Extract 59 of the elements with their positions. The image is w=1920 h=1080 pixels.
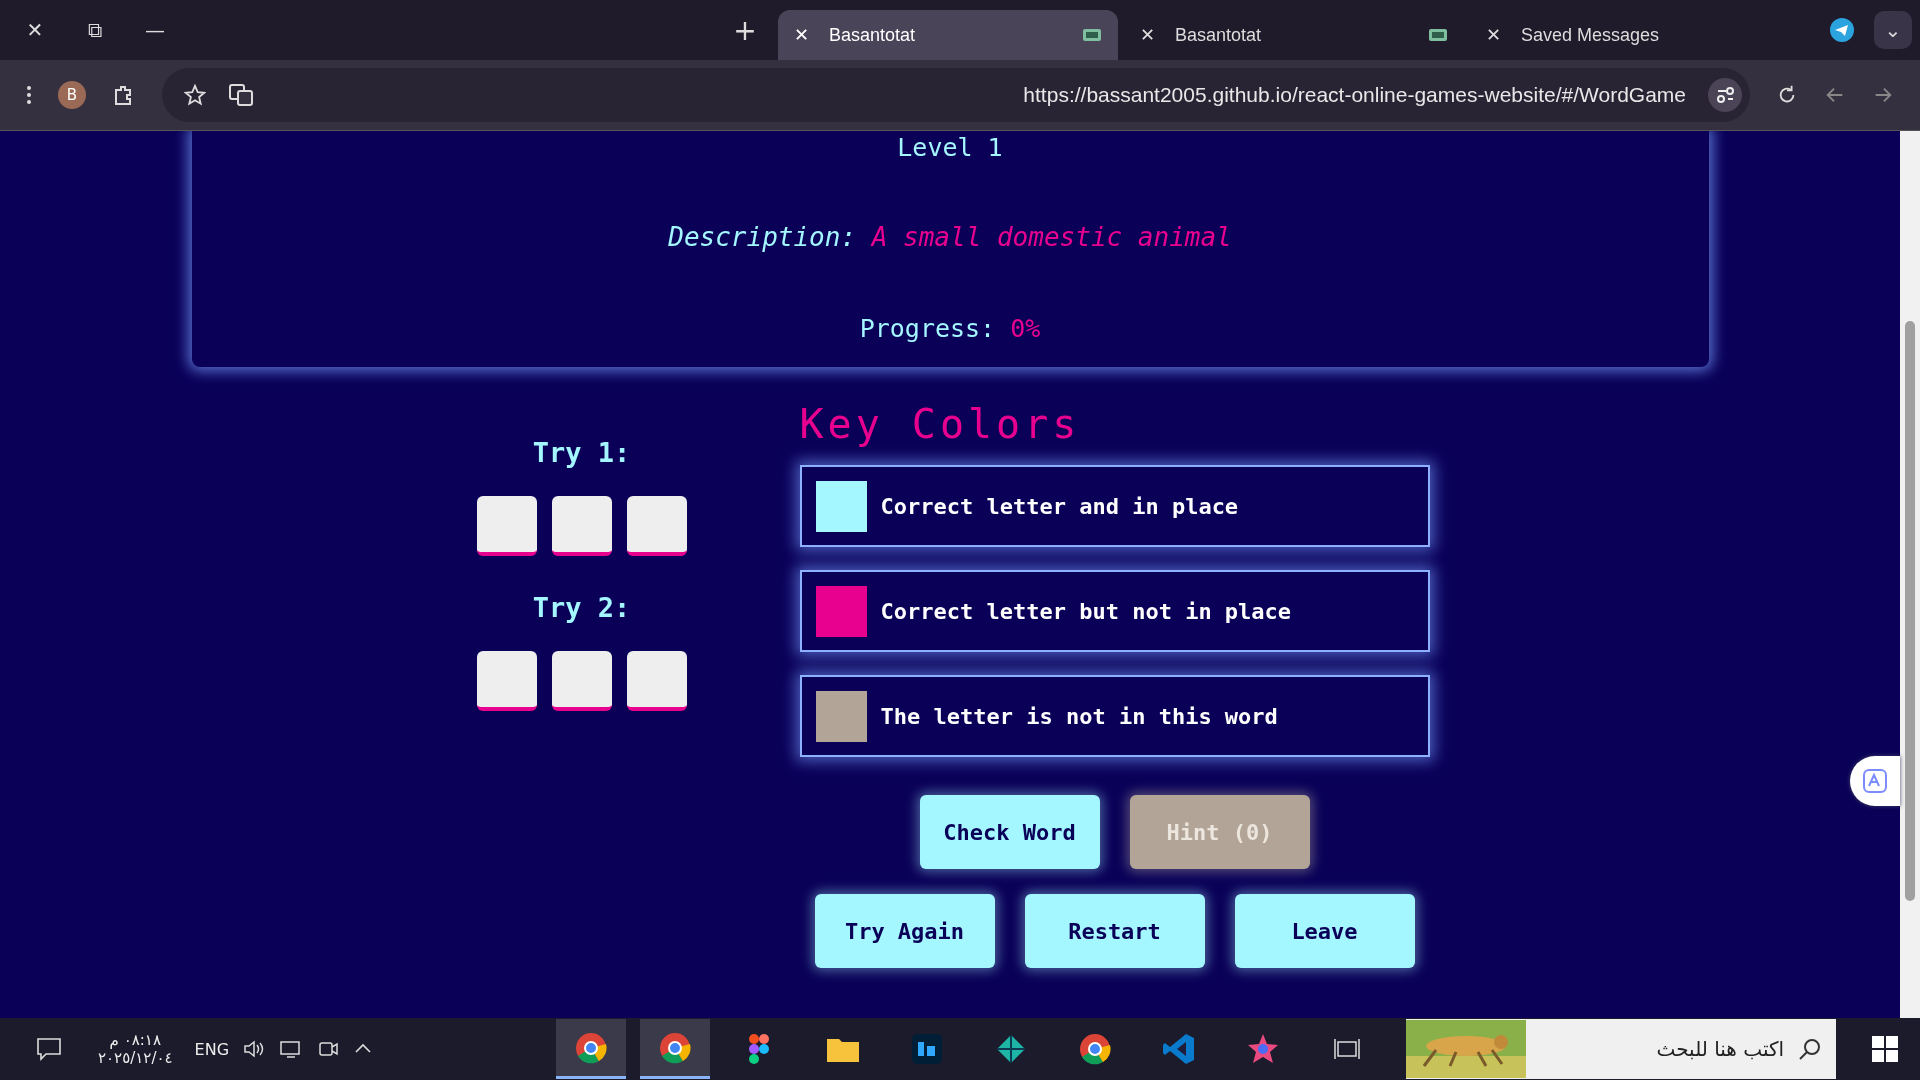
clock-time[interactable]: ٠٨:١٨ م <box>109 1031 161 1049</box>
browser-tab[interactable]: ✕ Basantotat <box>1124 10 1464 60</box>
try-label: Try 2: <box>532 592 631 623</box>
letter-tile[interactable] <box>551 651 612 711</box>
game-button[interactable]: Check Word <box>919 795 1100 869</box>
letter-tile[interactable] <box>476 651 537 711</box>
chrome-app-icon[interactable] <box>640 1019 710 1079</box>
letter-tile[interactable] <box>626 651 687 711</box>
description-label: Description: <box>668 222 857 252</box>
tab-title: Basantotat <box>1175 24 1263 46</box>
letter-tile[interactable] <box>476 496 537 556</box>
browser-tab[interactable]: ✕ Saved Messages <box>1470 10 1810 60</box>
level-title: Level 1 <box>897 133 1003 162</box>
game-button[interactable]: Restart <box>1024 894 1205 968</box>
new-tab-button[interactable]: + <box>718 10 772 50</box>
tab-search-button[interactable]: ⌄ <box>1874 11 1912 49</box>
volume-icon[interactable] <box>243 1039 266 1059</box>
translate-icon[interactable] <box>228 83 254 107</box>
tab-audio-icon <box>1428 27 1448 43</box>
chrome-app-icon[interactable] <box>556 1019 626 1079</box>
close-button[interactable]: ✕ <box>8 10 62 50</box>
progress-value: 0% <box>1010 314 1041 343</box>
tab-close-button[interactable]: ✕ <box>1140 24 1155 46</box>
key-colors-title: Key Colors <box>799 401 1082 447</box>
letter-tile[interactable] <box>551 496 612 556</box>
translate-float-button[interactable] <box>1850 756 1900 806</box>
address-bar[interactable]: https://bassant2005.github.io/react-online-games-website/#/WordGame <box>162 68 1750 122</box>
bookmark-star-icon[interactable] <box>184 84 206 106</box>
menu-icon[interactable] <box>26 85 32 105</box>
tab-close-button[interactable]: ✕ <box>1486 24 1501 46</box>
meet-icon[interactable] <box>317 1039 340 1059</box>
try-label: Try 1: <box>532 437 631 468</box>
tab-title: Saved Messages <box>1521 24 1661 46</box>
windows-start-button[interactable] <box>1872 1036 1898 1062</box>
tab-close-button[interactable]: ✕ <box>794 24 809 46</box>
game-button[interactable]: Try Again <box>814 894 995 968</box>
taskbar-search-field[interactable]: اكتب هنا للبحث <box>1406 1019 1836 1079</box>
restore-button[interactable]: ⧉ <box>68 10 122 50</box>
telegram-icon[interactable] <box>1830 18 1854 42</box>
key-color-label: Correct letter but not in place <box>880 598 1292 624</box>
url-text[interactable]: https://bassant2005.github.io/react-online-games-website/#/WordGame <box>276 83 1686 107</box>
search-placeholder: اكتب هنا للبحث <box>1655 1037 1784 1061</box>
progress-label: Progress: <box>859 314 996 343</box>
key-color-label: The letter is not in this word <box>880 703 1278 729</box>
language-indicator[interactable]: ENG <box>194 1039 230 1059</box>
description-text: A small domestic animal <box>871 222 1232 252</box>
minimize-button[interactable]: — <box>128 10 182 50</box>
search-icon <box>1798 1037 1822 1061</box>
clock-date[interactable]: ٢٠٢٥/١٢/٠٤ <box>98 1049 173 1067</box>
game-button[interactable]: Leave <box>1234 894 1415 968</box>
translate-icon <box>1861 767 1889 795</box>
letter-tile[interactable] <box>626 496 687 556</box>
site-settings-icon[interactable] <box>1708 78 1742 112</box>
tab-title: Basantotat <box>829 24 917 46</box>
key-color-label: Correct letter and in place <box>880 493 1239 519</box>
tab-audio-icon <box>1082 27 1102 43</box>
notification-icon[interactable] <box>36 1037 62 1061</box>
profile-avatar[interactable]: B <box>58 81 86 109</box>
browser-tab[interactable]: ✕ Basantotat <box>778 10 1118 60</box>
